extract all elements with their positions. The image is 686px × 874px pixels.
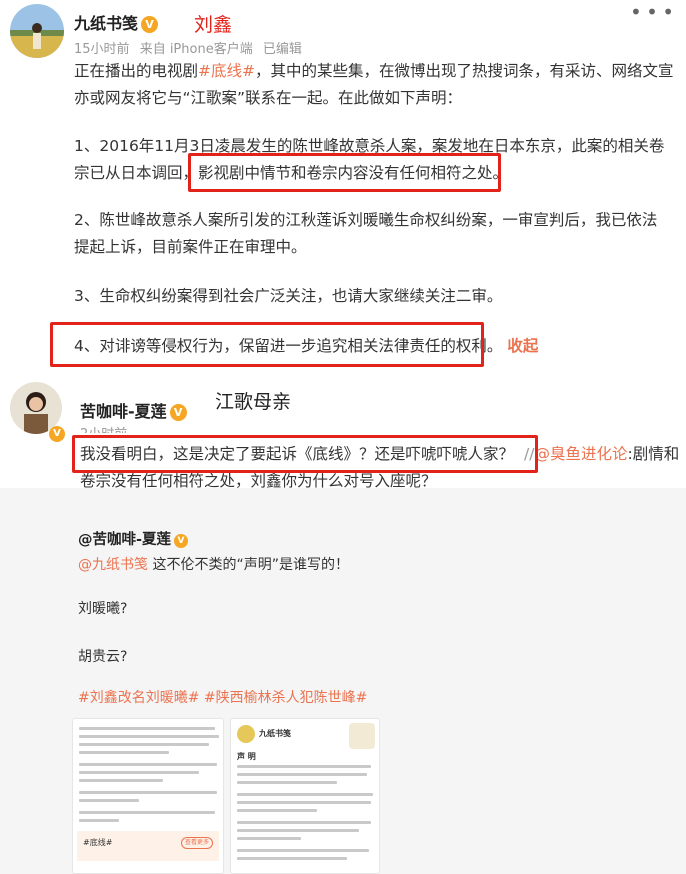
post-time: 2小时前 xyxy=(80,423,127,433)
thumb-button: 查看更多 xyxy=(181,837,213,849)
image-thumbnail[interactable]: 九纸书笺 声 明 xyxy=(230,718,380,874)
user-name[interactable]: 九纸书笺 V xyxy=(74,10,159,34)
image-thumbnail[interactable]: #底线# 查看更多 xyxy=(72,718,224,874)
mention-link[interactable]: @臭鱼进化论 xyxy=(534,445,627,463)
post-paragraph-2: 2、陈世峰故意杀人案所引发的江秋莲诉刘暖曦生命权纠纷案，一审宣判后，我已依法 提… xyxy=(74,207,674,261)
embed-user-name-text[interactable]: @苦咖啡-夏莲 xyxy=(78,532,171,548)
post-meta: 15小时前 来自 iPhone客户端 已编辑 xyxy=(74,38,308,57)
user-name-text[interactable]: 九纸书笺 xyxy=(74,14,138,33)
intro-text: ，其中的某些集，在微博出现了热搜词条，有采访、网络文宣 xyxy=(255,62,674,80)
verified-badge-icon: V xyxy=(141,16,159,33)
post-source: 来自 iPhone客户端 xyxy=(139,42,253,57)
embed-text: 这不伦不类的“声明”是谁写的！ xyxy=(148,557,349,573)
post-card-1: 九纸书笺 V 刘鑫 • • • 15小时前 来自 iPhone客户端 已编辑 正在… xyxy=(0,0,686,378)
post-card-2: V 苦咖啡-夏莲V 江歌母亲 2小时前 我没看明白，这是决定了要起诉《底线》？还… xyxy=(0,378,686,490)
paragraph-text: 3、生命权纠纷案得到社会广泛关注，也请大家继续关注二审。 xyxy=(74,287,503,305)
paragraph-text: 宗已从日本调回， xyxy=(74,164,199,182)
embed-text-line: 刘暖曦? xyxy=(78,601,128,617)
verified-badge-icon: V xyxy=(174,534,189,548)
post-text-tail: :剧情和 xyxy=(627,445,680,463)
embed-text-line: @九纸书笺 这不伦不类的“声明”是谁写的！ xyxy=(78,554,349,574)
hashtag-link[interactable]: #刘鑫改名刘暖曦# #陕西榆林杀人犯陈世峰# xyxy=(78,687,367,707)
intro-text: 亦或网友将它与“江歌案”联系在一起。在此做如下声明： xyxy=(74,89,463,107)
collapse-link[interactable]: 收起 xyxy=(507,337,538,355)
post-paragraph-3: 3、生命权纠纷案得到社会广泛关注，也请大家继续关注二审。 xyxy=(74,283,674,310)
post-time: 15小时前 xyxy=(74,42,130,57)
avatar[interactable] xyxy=(10,4,64,58)
edited-label: 已编辑 xyxy=(262,42,302,57)
thumb-title: 九纸书笺 xyxy=(259,729,291,738)
post-paragraph-intro: 正在播出的电视剧#底线#，其中的某些集，在微博出现了热搜词条，有采访、网络文宣 … xyxy=(74,58,674,112)
highlight-box xyxy=(72,435,538,473)
thumb-hashtag: #底线# xyxy=(83,838,113,847)
highlight-box xyxy=(188,153,501,192)
paragraph-text: 提起上诉，目前案件正在审理中。 xyxy=(74,238,307,256)
more-options-icon[interactable]: • • • xyxy=(630,0,674,24)
annotation-label: 江歌母亲 xyxy=(215,391,292,413)
verified-badge-icon: V xyxy=(49,426,65,442)
verified-badge-icon: V xyxy=(169,404,187,421)
user-name[interactable]: 苦咖啡-夏莲 V xyxy=(80,398,187,422)
hashtag-link[interactable]: #底线# xyxy=(198,62,255,80)
user-name-text[interactable]: 苦咖啡-夏莲 xyxy=(80,402,167,421)
annotation-label: 刘鑫 xyxy=(194,14,233,36)
embedded-repost[interactable]: @苦咖啡-夏莲 V @九纸书笺 这不伦不类的“声明”是谁写的！ 刘暖曦? 胡贵云?… xyxy=(0,488,686,874)
highlight-box xyxy=(50,322,484,367)
embed-user-name[interactable]: @苦咖啡-夏莲 V xyxy=(78,528,189,549)
mention-link[interactable]: @九纸书笺 xyxy=(78,557,148,573)
embed-text-line: 胡贵云? xyxy=(78,649,128,665)
paragraph-text: 2、陈世峰故意杀人案所引发的江秋莲诉刘暖曦生命权纠纷案，一审宣判后，我已依法 xyxy=(74,211,658,229)
intro-text: 正在播出的电视剧 xyxy=(74,62,199,80)
thumb-heading: 声 明 xyxy=(237,752,256,761)
